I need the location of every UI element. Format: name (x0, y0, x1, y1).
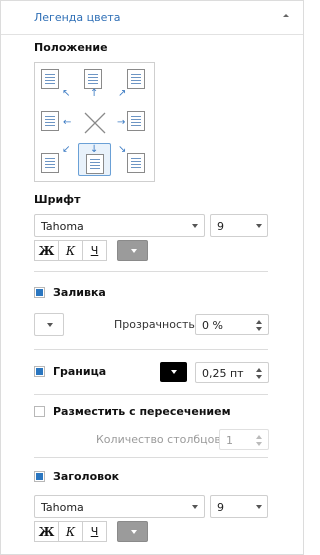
position-bottom-left[interactable] (41, 153, 63, 175)
position-bottom-right[interactable] (127, 153, 149, 175)
arrow-up-icon: ↑ (90, 88, 99, 99)
columns-count-value: 1 (226, 434, 233, 447)
columns-count-label: Количество столбцов: (96, 433, 225, 446)
heading-font-family-value: Tahoma (41, 501, 84, 514)
chevron-down-icon (256, 505, 262, 509)
spin-up-icon[interactable] (256, 320, 262, 324)
heading-style-buttons: Ж К Ч (34, 521, 107, 542)
chevron-down-icon (171, 370, 177, 374)
document-icon (84, 69, 102, 89)
heading-font-size-select[interactable]: 9 (210, 495, 268, 518)
arrow-down-icon: ↓ (90, 144, 99, 155)
border-label: Граница (53, 365, 107, 378)
chevron-down-icon (131, 530, 137, 534)
no-position-cross-icon (84, 112, 106, 134)
columns-count-spinner[interactable]: 1 (219, 429, 269, 450)
spin-down-icon[interactable] (256, 327, 262, 331)
transparency-spinner[interactable]: 0 % (195, 314, 269, 335)
border-checkbox[interactable] (34, 366, 45, 377)
font-family-select[interactable]: Tahoma (34, 214, 205, 237)
arrow-right-icon: → (117, 117, 126, 128)
underline-button[interactable]: Ч (82, 240, 107, 261)
heading-underline-button[interactable]: Ч (82, 521, 107, 542)
font-title: Шрифт (34, 193, 81, 206)
position-top-right[interactable] (127, 69, 149, 91)
font-size-value: 9 (217, 220, 224, 233)
heading-color-button[interactable] (117, 521, 148, 542)
heading-label: Заголовок (53, 470, 120, 483)
heading-italic-button[interactable]: К (58, 521, 83, 542)
transparency-value: 0 % (202, 319, 223, 332)
divider (34, 349, 268, 350)
intersect-checkbox[interactable] (34, 406, 45, 417)
heading-font-family-select[interactable]: Tahoma (34, 495, 205, 518)
divider (34, 457, 268, 458)
font-size-select[interactable]: 9 (210, 214, 268, 237)
heading-bold-button[interactable]: Ж (34, 521, 59, 542)
heading-checkbox[interactable] (34, 471, 45, 482)
divider (34, 271, 268, 272)
collapse-up-icon[interactable] (281, 11, 291, 21)
heading-font-size-value: 9 (217, 501, 224, 514)
panel-header[interactable]: Легенда цвета (1, 1, 303, 35)
fill-checkbox[interactable] (34, 287, 45, 298)
arrow-left-icon: ← (63, 117, 72, 128)
arrow-down-left-icon: ↙ (62, 144, 71, 155)
chevron-down-icon (47, 323, 53, 327)
fill-label: Заливка (53, 286, 106, 299)
chevron-down-icon (131, 249, 137, 253)
document-icon (127, 153, 145, 173)
position-middle-left[interactable] (41, 111, 63, 133)
divider (34, 394, 268, 395)
document-icon (127, 111, 145, 131)
color-legend-panel: Легенда цвета Положение ↖ ↑ ↗ ← → ↙ ↓ ↘ … (0, 0, 304, 555)
border-color-button[interactable] (160, 362, 187, 382)
position-title: Положение (34, 41, 108, 54)
legend-position-grid: ↖ ↑ ↗ ← → ↙ ↓ ↘ (34, 62, 155, 182)
font-family-value: Tahoma (41, 220, 84, 233)
font-color-button[interactable] (117, 240, 148, 261)
panel-title: Легенда цвета (34, 11, 121, 24)
spin-down-icon[interactable] (256, 442, 262, 446)
document-icon (127, 69, 145, 89)
document-icon (41, 69, 59, 89)
italic-button[interactable]: К (58, 240, 83, 261)
position-top-left[interactable] (41, 69, 63, 91)
intersect-label: Разместить с пересечением (53, 405, 231, 418)
arrow-up-right-icon: ↗ (118, 88, 127, 99)
document-icon (41, 111, 59, 131)
document-icon (41, 153, 59, 173)
chevron-down-icon (192, 505, 198, 509)
chevron-down-icon (256, 224, 262, 228)
spin-up-icon[interactable] (256, 368, 262, 372)
spin-up-icon[interactable] (256, 435, 262, 439)
spin-down-icon[interactable] (256, 375, 262, 379)
chevron-down-icon (192, 224, 198, 228)
document-icon (86, 154, 104, 174)
arrow-down-right-icon: ↘ (118, 144, 127, 155)
font-style-buttons: Ж К Ч (34, 240, 107, 261)
border-width-value: 0,25 пт (202, 367, 244, 380)
position-middle-right[interactable] (127, 111, 149, 133)
fill-color-select[interactable] (34, 313, 64, 336)
arrow-up-left-icon: ↖ (62, 88, 71, 99)
transparency-label: Прозрачность: (114, 318, 199, 331)
border-width-spinner[interactable]: 0,25 пт (195, 362, 269, 383)
bold-button[interactable]: Ж (34, 240, 59, 261)
